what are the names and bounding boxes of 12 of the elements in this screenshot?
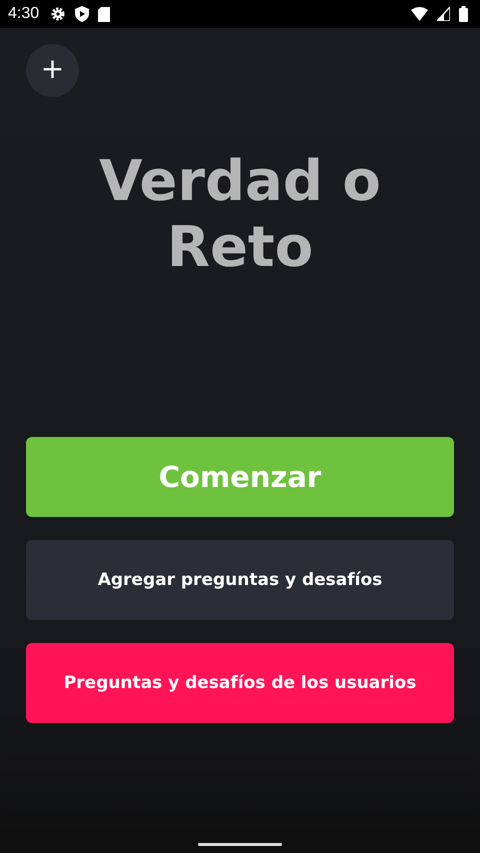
menu-button[interactable]: Agregar preguntas y desafíos: [26, 540, 454, 620]
app-title: Verdad o Reto: [98, 149, 382, 281]
shield-icon: [75, 6, 90, 22]
sd-card-icon: [98, 6, 110, 22]
gear-icon: [50, 6, 66, 22]
signal-icon: [437, 7, 450, 21]
clock: 4:30: [8, 5, 40, 23]
home-indicator[interactable]: [198, 842, 282, 846]
menu-button[interactable]: Preguntas y desafíos de los usuarios: [26, 643, 454, 723]
battery-icon: [459, 6, 468, 22]
wifi-icon: [411, 7, 428, 21]
add-button[interactable]: +: [26, 44, 79, 97]
